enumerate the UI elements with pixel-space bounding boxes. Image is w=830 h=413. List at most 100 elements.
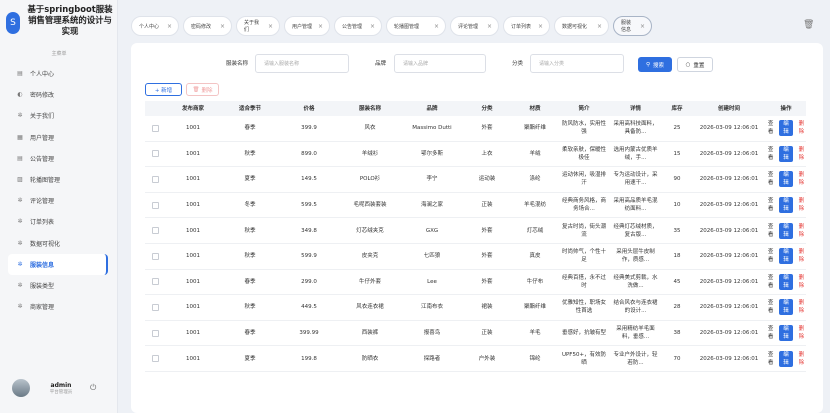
edit-button[interactable]: 编辑 bbox=[779, 145, 793, 162]
cell-category: 户外装 bbox=[478, 355, 496, 362]
sidebar-item-2[interactable]: ✲ 关于我们 bbox=[8, 105, 108, 126]
view-link[interactable]: 查看 bbox=[766, 120, 775, 136]
sidebar-item-7[interactable]: ✲ 订单列表 bbox=[8, 211, 108, 232]
row-checkbox[interactable] bbox=[151, 355, 159, 363]
tab-0[interactable]: 个人中心 × bbox=[131, 16, 179, 36]
table-row[interactable]: 1001 夏季 149.5 POLO衫 李宁 运动装 涤纶 运动休闲，吸湿排汗 专为运动设计，采… bbox=[145, 167, 806, 193]
tab-6[interactable]: 评论管理 × bbox=[450, 16, 499, 36]
delete-link[interactable]: 删除 bbox=[797, 325, 806, 341]
edit-button[interactable]: 编辑 bbox=[779, 171, 793, 188]
close-icon[interactable]: × bbox=[370, 23, 375, 30]
table-row[interactable]: 1001 冬季 599.5 毛呢西装套装 海澜之家 正装 羊毛混纺 经典商务风格，商务场合..… bbox=[145, 193, 806, 219]
close-icon[interactable]: × bbox=[220, 23, 225, 30]
table-row[interactable]: 1001 秋季 449.5 风衣连衣裙 江南布衣 裙装 聚酯纤维 优雅知性，职场女性首选 结合风… bbox=[145, 295, 806, 321]
tab-2[interactable]: 关于我们 × bbox=[236, 16, 280, 36]
edit-button[interactable]: 编辑 bbox=[779, 197, 793, 214]
edit-button[interactable]: 编辑 bbox=[779, 120, 793, 137]
tab-3[interactable]: 用户管理 × bbox=[284, 16, 330, 36]
tab-9[interactable]: 服装信息 × bbox=[613, 16, 652, 36]
name-search-input[interactable]: 请输入服装名称 bbox=[255, 54, 349, 73]
table-row[interactable]: 1001 秋季 899.0 羊绒衫 鄂尔多斯 上衣 羊绒 柔软亲肤，保暖性极佳 选用内蒙古优质羊… bbox=[145, 142, 806, 168]
row-checkbox[interactable] bbox=[151, 175, 159, 183]
cell-name: POLO衫 bbox=[359, 176, 381, 183]
trash-icon[interactable]: 🗑 bbox=[803, 20, 814, 30]
delete-link[interactable]: 删除 bbox=[797, 197, 806, 213]
edit-button[interactable]: 编辑 bbox=[779, 350, 793, 367]
close-icon[interactable]: × bbox=[538, 23, 543, 30]
delete-link[interactable]: 删除 bbox=[797, 223, 806, 239]
close-icon[interactable]: × bbox=[318, 23, 323, 30]
delete-link[interactable]: 删除 bbox=[797, 299, 806, 315]
delete-link[interactable]: 删除 bbox=[797, 120, 806, 136]
cell-created: 2026-03-09 12:06:01 bbox=[699, 355, 759, 362]
sidebar-item-5[interactable]: ▨ 轮播图管理 bbox=[8, 169, 108, 190]
view-link[interactable]: 查看 bbox=[766, 223, 775, 239]
edit-button[interactable]: 编辑 bbox=[779, 325, 793, 342]
tab-5[interactable]: 轮播图管理 × bbox=[386, 16, 446, 36]
table-row[interactable]: 1001 春季 299.0 牛仔外套 Lee 外套 牛仔布 经典百搭，永不过时 经典美式剪裁，水… bbox=[145, 270, 806, 296]
delete-link[interactable]: 删除 bbox=[797, 274, 806, 290]
sidebar-item-8[interactable]: ✲ 数据可视化 bbox=[8, 233, 108, 254]
category-search-input[interactable]: 请输入分类 bbox=[530, 54, 624, 73]
table-row[interactable]: 1001 春季 399.9 风衣 Massimo Dutti 外套 聚酯纤维 防风防水，实用性… bbox=[145, 116, 806, 142]
menu-item-icon: ✲ bbox=[17, 281, 23, 289]
view-link[interactable]: 查看 bbox=[766, 351, 775, 367]
row-checkbox[interactable] bbox=[151, 252, 159, 260]
tab-1[interactable]: 密码修改 × bbox=[183, 16, 232, 36]
close-icon[interactable]: × bbox=[640, 23, 645, 30]
row-checkbox[interactable] bbox=[151, 201, 159, 209]
row-checkbox[interactable] bbox=[151, 124, 159, 132]
view-link[interactable]: 查看 bbox=[766, 146, 775, 162]
view-link[interactable]: 查看 bbox=[766, 197, 775, 213]
table-row[interactable]: 1001 夏季 199.8 防晒衣 探路者 户外装 锦纶 UPF50+，有效防晒 专业户外设计，… bbox=[145, 346, 806, 372]
row-checkbox[interactable] bbox=[151, 278, 159, 286]
close-icon[interactable]: × bbox=[597, 23, 602, 30]
avatar[interactable] bbox=[12, 379, 30, 397]
menu-item-icon: ✲ bbox=[17, 112, 23, 120]
sidebar-item-6[interactable]: ✲ 评论管理 bbox=[8, 190, 108, 211]
row-checkbox[interactable] bbox=[151, 150, 159, 158]
edit-button[interactable]: 编辑 bbox=[779, 273, 793, 290]
sidebar-item-11[interactable]: ✲ 商家管理 bbox=[8, 296, 108, 317]
edit-button[interactable]: 编辑 bbox=[779, 299, 793, 316]
delete-link[interactable]: 删除 bbox=[797, 171, 806, 187]
tab-4[interactable]: 公告管理 × bbox=[334, 16, 382, 36]
menu-item-icon: ◐ bbox=[17, 91, 23, 99]
brand-search-input[interactable]: 请输入品牌 bbox=[394, 54, 486, 73]
view-link[interactable]: 查看 bbox=[766, 325, 775, 341]
tab-7[interactable]: 订单列表 × bbox=[503, 16, 550, 36]
sidebar-item-0[interactable]: ▤ 个人中心 bbox=[8, 63, 108, 84]
sidebar-item-9[interactable]: ✲ 服装信息 bbox=[8, 253, 108, 275]
sidebar-item-10[interactable]: ✲ 服装类型 bbox=[8, 275, 108, 296]
table-row[interactable]: 1001 秋季 599.9 皮夹克 七匹狼 外套 真皮 时尚帅气，个性十足 采用头层牛皮制作，质… bbox=[145, 244, 806, 270]
close-icon[interactable]: × bbox=[487, 23, 492, 30]
row-checkbox[interactable] bbox=[151, 303, 159, 311]
delete-link[interactable]: 删除 bbox=[797, 146, 806, 162]
close-icon[interactable]: × bbox=[268, 23, 273, 30]
sidebar-item-label: 商家管理 bbox=[30, 304, 55, 312]
view-link[interactable]: 查看 bbox=[766, 171, 775, 187]
sidebar-item-1[interactable]: ◐ 密码修改 bbox=[8, 84, 108, 105]
batch-delete-button[interactable]: 🗑 删除 bbox=[186, 83, 219, 96]
add-button[interactable]: + 新增 bbox=[145, 83, 182, 96]
row-checkbox[interactable] bbox=[151, 227, 159, 235]
search-button[interactable]: ⚲ 搜索 bbox=[638, 57, 672, 72]
close-icon[interactable]: × bbox=[167, 23, 172, 30]
table-row[interactable]: 1001 春季 399.99 西装裤 报喜鸟 正装 羊毛 垂感好，抗皱有型 采用精纺羊毛面料，垂… bbox=[145, 321, 806, 347]
close-icon[interactable]: × bbox=[434, 23, 439, 30]
row-checkbox[interactable] bbox=[151, 329, 159, 337]
sidebar-item-4[interactable]: ▤ 公告管理 bbox=[8, 148, 108, 169]
view-link[interactable]: 查看 bbox=[766, 248, 775, 264]
view-link[interactable]: 查看 bbox=[766, 299, 775, 315]
edit-button[interactable]: 编辑 bbox=[779, 222, 793, 239]
reset-button[interactable]: ○ 重置 bbox=[677, 57, 713, 72]
sidebar-item-3[interactable]: ▦ 用户管理 bbox=[8, 127, 108, 148]
logout-icon[interactable]: ⏻ bbox=[90, 383, 96, 393]
cell-name: 牛仔外套 bbox=[358, 278, 381, 285]
delete-link[interactable]: 删除 bbox=[797, 351, 806, 367]
tab-8[interactable]: 数据可视化 × bbox=[554, 16, 609, 36]
edit-button[interactable]: 编辑 bbox=[779, 248, 793, 265]
view-link[interactable]: 查看 bbox=[766, 274, 775, 290]
table-row[interactable]: 1001 秋季 349.8 灯芯绒夹克 GXG 外套 灯芯绒 复古时尚，街头潮流 经典灯芯绒材质… bbox=[145, 218, 806, 244]
delete-link[interactable]: 删除 bbox=[797, 248, 806, 264]
